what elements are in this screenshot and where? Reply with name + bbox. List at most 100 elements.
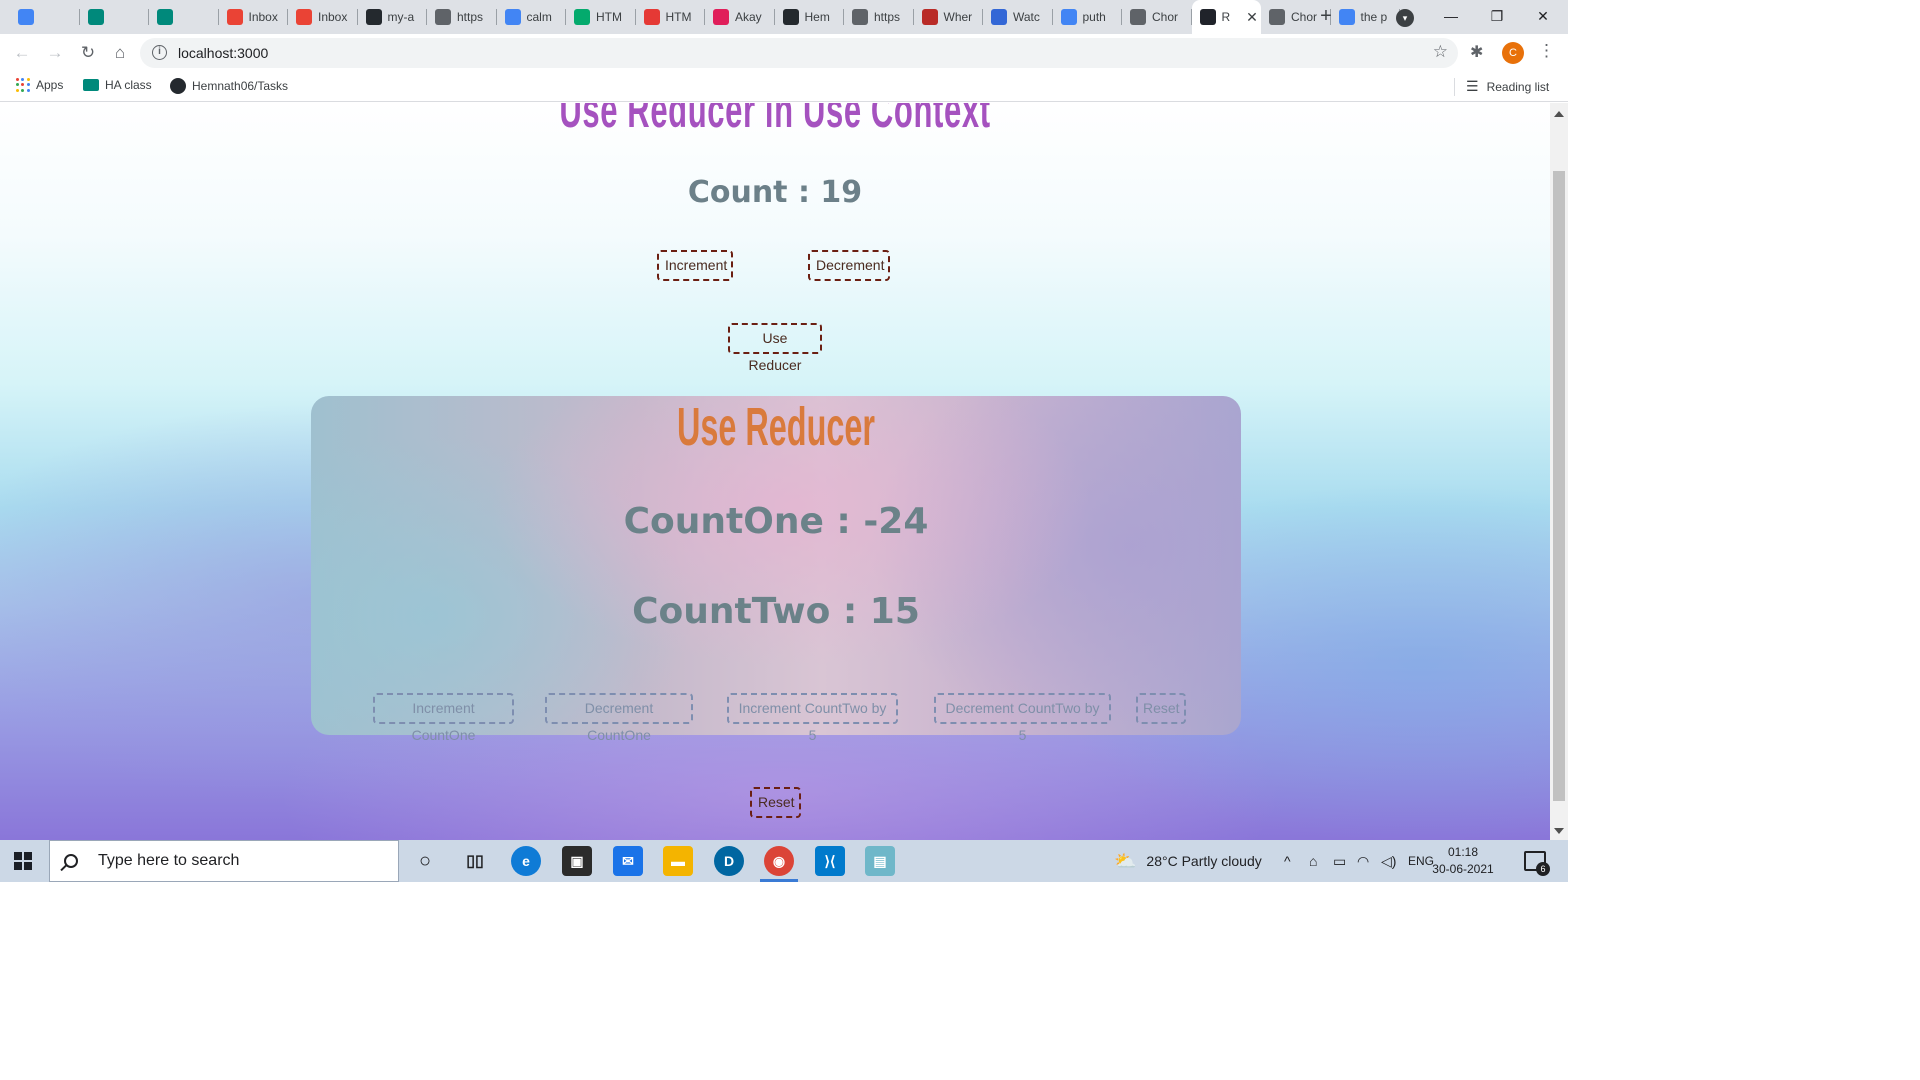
home-icon[interactable]: ⌂ (108, 41, 132, 65)
increment-countone-button[interactable]: Increment CountOne (373, 693, 514, 743)
browser-tab[interactable]: Watc (983, 0, 1053, 34)
browser-tab[interactable]: HTM (636, 0, 705, 34)
browser-tab[interactable] (10, 0, 80, 34)
github-icon (782, 9, 799, 25)
scroll-up-icon[interactable] (1554, 111, 1564, 117)
new-tab-button[interactable]: + (1314, 6, 1338, 28)
globe-icon (852, 9, 868, 25)
github-icon (170, 78, 186, 94)
quora-icon (921, 9, 938, 25)
decrement-countone-button[interactable]: Decrement CountOne (545, 693, 693, 743)
forward-icon[interactable]: → (43, 41, 67, 65)
react-icon (1199, 9, 1216, 25)
browser-tab[interactable]: Chor (1122, 0, 1192, 34)
browser-tab[interactable]: Wher (914, 0, 983, 34)
battery-icon[interactable]: ▭ (1333, 840, 1346, 882)
cortana-icon[interactable]: ○ (410, 846, 440, 876)
clock-date: 30-06-2021 (1432, 862, 1494, 876)
browser-menu-icon[interactable]: ⋮ (1538, 41, 1555, 61)
vscode-icon[interactable]: ⟩⟨ (815, 846, 845, 876)
browser-tab[interactable]: https (844, 0, 914, 34)
browser-tab[interactable]: Inbox (288, 0, 358, 34)
tab-title: HTM (596, 10, 622, 24)
wifi-icon[interactable]: ◠ (1357, 840, 1369, 882)
extensions-icon[interactable]: ✱ (1470, 42, 1483, 62)
browser-tab[interactable]: Hem (775, 0, 844, 34)
reload-icon[interactable]: ↻ (76, 41, 100, 65)
restore-icon[interactable]: ❐ (1474, 0, 1520, 34)
browser-tab[interactable]: Inbox (219, 0, 288, 34)
address-url[interactable]: localhost:3000 (178, 45, 268, 61)
bookmark-label: Apps (36, 78, 64, 92)
count-one-display: CountOne : -24 (623, 501, 929, 542)
tab-divider (843, 9, 844, 25)
increment-counttwo-button[interactable]: Increment CountTwo by 5 (727, 693, 898, 743)
browser-tab[interactable]: HTM (566, 0, 636, 34)
reducer-card: Use Reducer CountOne : -24 CountTwo : 15… (311, 396, 1241, 743)
reset-button[interactable]: Reset (750, 787, 801, 818)
page-content: Use Reducer in Use Context Count : 19 In… (0, 103, 1550, 840)
tab-title: puth (1082, 10, 1106, 24)
bookmark-star-icon[interactable]: ☆ (1433, 42, 1448, 62)
browser-tab[interactable]: my-a (358, 0, 427, 34)
file-explorer-icon[interactable]: ▬ (663, 846, 693, 876)
meet-icon (157, 9, 173, 25)
browser-tab[interactable]: Akay (705, 0, 775, 34)
decrement-counttwo-button[interactable]: Decrement CountTwo by 5 (934, 693, 1111, 743)
taskbar-search-box[interactable]: Type here to search (49, 840, 399, 882)
browser-tab[interactable] (149, 0, 219, 34)
browser-tab[interactable]: the p (1331, 0, 1400, 34)
volume-icon[interactable]: ◁) (1381, 840, 1396, 882)
tab-divider (148, 9, 149, 25)
scroll-down-icon[interactable] (1554, 828, 1564, 834)
increment-button[interactable]: Increment (657, 250, 733, 281)
use-reducer-button[interactable]: Use Reducer (728, 323, 822, 373)
system-clock[interactable]: 01:18 30-06-2021 (1428, 844, 1498, 878)
address-bar[interactable]: i localhost:3000 ☆ (140, 38, 1458, 68)
chrome-icon[interactable]: ◉ (760, 846, 798, 882)
browser-tab[interactable]: puth (1053, 0, 1122, 34)
close-window-icon[interactable]: ✕ (1520, 0, 1566, 34)
bookmark-hemnath-tasks[interactable]: Hemnath06/Tasks (170, 78, 288, 94)
notification-count: 6 (1536, 862, 1550, 876)
w3schools-icon (574, 9, 590, 25)
tab-search-icon[interactable]: ▾ (1396, 9, 1414, 27)
bookmark-ha-class[interactable]: HA class (83, 78, 152, 92)
tab-divider (565, 9, 566, 25)
reading-list-button[interactable]: ☰ Reading list (1454, 78, 1549, 96)
meet-now-icon[interactable]: ⌂ (1309, 840, 1317, 882)
tab-title: my-a (387, 10, 415, 24)
decrement-button[interactable]: Decrement (808, 250, 890, 281)
show-hidden-icons[interactable]: ^ (1284, 840, 1291, 882)
browser-tab[interactable]: https (427, 0, 497, 34)
scrollbar-thumb[interactable] (1553, 171, 1565, 801)
weather-widget[interactable]: ⛅ 28°C Partly cloudy (1114, 840, 1262, 882)
notification-center-icon[interactable]: 6 (1524, 851, 1550, 876)
edge-icon[interactable]: e (511, 846, 541, 876)
profile-avatar[interactable]: C (1502, 42, 1524, 64)
search-icon (64, 854, 78, 868)
browser-tab[interactable]: calm (497, 0, 566, 34)
weather-text: 28°C Partly cloudy (1146, 853, 1262, 869)
bookmark-apps[interactable]: Apps (16, 78, 63, 92)
close-tab-icon[interactable]: ✕ (1246, 9, 1258, 26)
tab-divider (78, 9, 80, 25)
task-view-icon[interactable]: ▯▯ (460, 846, 490, 876)
tab-divider (773, 9, 775, 25)
store-icon[interactable]: ▣ (562, 846, 592, 876)
page-scrollbar[interactable] (1550, 103, 1568, 840)
minimize-icon[interactable]: — (1428, 0, 1474, 34)
tab-active[interactable]: R ✕ (1191, 0, 1261, 34)
site-info-icon[interactable]: i (152, 45, 167, 60)
notepad-icon[interactable]: ▤ (865, 846, 895, 876)
back-icon[interactable]: ← (10, 41, 34, 65)
tab-title: Chor (1152, 10, 1179, 24)
windows-start-icon[interactable] (14, 852, 32, 870)
reducer-reset-button[interactable]: Reset (1136, 693, 1186, 724)
dell-icon[interactable]: D (714, 846, 744, 876)
browser-tab[interactable] (80, 0, 149, 34)
mail-icon[interactable]: ✉ (613, 846, 643, 876)
tab-divider (982, 9, 983, 25)
browser-toolbar: ← → ↻ ⌂ i localhost:3000 ☆ ✱ C ⋮ (0, 34, 1568, 72)
tab-divider (912, 9, 914, 25)
